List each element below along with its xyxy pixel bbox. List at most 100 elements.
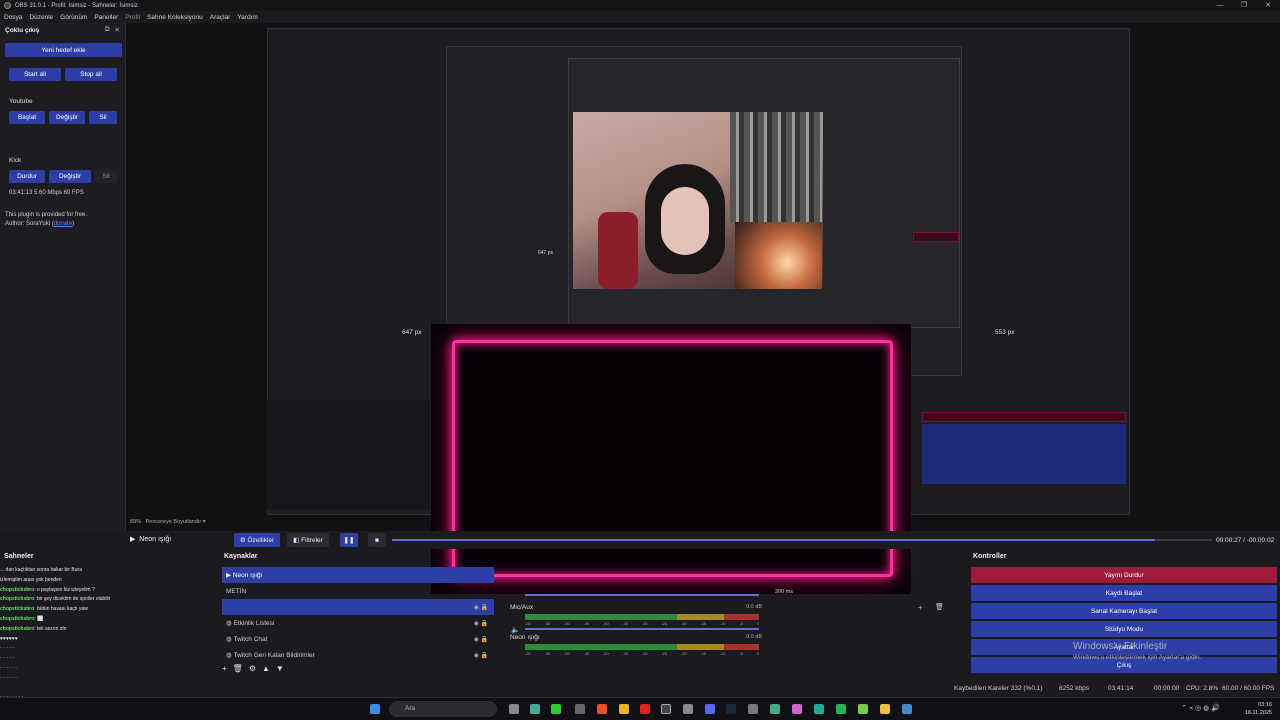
menu-view[interactable]: Görünüm [60, 14, 87, 21]
close-dock-icon[interactable]: ✕ [115, 26, 120, 34]
meter-tick: -40 [602, 651, 609, 656]
pause-button[interactable]: ❚❚ [340, 533, 358, 547]
nested-controls [922, 424, 1126, 484]
volume-slider[interactable] [525, 594, 759, 596]
youtube-delete-button[interactable]: Sil [89, 111, 117, 124]
undock-icon[interactable]: ⧉ [105, 26, 110, 34]
transition-duration[interactable]: 300 ms [775, 589, 793, 595]
start-icon[interactable] [370, 704, 380, 714]
clock[interactable]: 03:16 18.11.2025 [1245, 701, 1272, 717]
volume-slider[interactable] [525, 628, 759, 630]
media-seek-bar[interactable] [392, 539, 1212, 541]
source-row[interactable]: METİN [222, 583, 494, 599]
virtual-camera-button[interactable]: Sanal Kamerayı Başlat [971, 603, 1277, 619]
obs-logo-icon [4, 2, 11, 9]
app-icon[interactable] [748, 704, 758, 714]
speaker-icon[interactable]: 🔈 [511, 626, 520, 634]
add-source-button[interactable]: + [222, 664, 227, 673]
menu-tools[interactable]: Araçlar [210, 14, 231, 21]
fps: 60.00 / 60.00 FPS [1222, 685, 1275, 692]
task-view-icon[interactable] [509, 704, 519, 714]
whatsapp-icon[interactable] [551, 704, 561, 714]
menu-docks[interactable]: Paneller [94, 14, 118, 21]
menu-profile[interactable]: Profil [125, 14, 140, 21]
source-row[interactable]: ◍ Twitch Chat ◉ 🔒 [222, 631, 494, 647]
close-button[interactable]: ✕ [1256, 0, 1280, 11]
stop-media-button[interactable]: ■ [368, 533, 386, 547]
youtube-start-button[interactable]: Başlat [9, 111, 45, 124]
kick-delete-button[interactable]: Sil [95, 170, 117, 183]
steam-icon[interactable] [726, 704, 736, 714]
add-target-button[interactable]: Yeni hedef ekle [5, 43, 122, 57]
meter-tick: -55 [544, 621, 551, 626]
wall-photos [730, 112, 822, 222]
zoom-mode[interactable]: Pencereye Boyutlandır [146, 519, 202, 525]
sources-list: ▶ Neon ışığı METİN ◉ 🔒 ◍ Etkinlik Listes… [222, 567, 494, 679]
play-icon[interactable]: ▶ [130, 536, 135, 543]
app-icon[interactable] [858, 704, 868, 714]
source-name: Twitch Chat [233, 635, 268, 643]
youtube-edit-button[interactable]: Değiştir [49, 111, 85, 124]
app-icon[interactable] [530, 704, 540, 714]
system-tray[interactable]: ⌃ ⌁ ◎ ◍ 🔊 [1181, 704, 1220, 712]
kick-stop-button[interactable]: Durdur [9, 170, 45, 183]
maximize-button[interactable]: ❐ [1232, 0, 1256, 11]
source-name: Etkinlik Listesi [233, 619, 275, 627]
kick-edit-button[interactable]: Değiştir [49, 170, 91, 183]
chat-line: chopsticksbro: tek sezon ztn [0, 625, 216, 635]
source-row[interactable]: ◉ 🔒 [222, 599, 494, 615]
chat-line: · · · · · [0, 654, 216, 664]
app-icon[interactable] [683, 704, 693, 714]
add-transition-button[interactable]: + [918, 603, 923, 612]
visibility-icon[interactable]: ◉ 🔒 [474, 652, 488, 659]
start-all-button[interactable]: Start all [9, 68, 61, 81]
chrome-icon[interactable] [619, 704, 629, 714]
seek-progress [392, 539, 1155, 541]
menu-help[interactable]: Yardım [237, 14, 257, 21]
app-icon[interactable] [575, 704, 585, 714]
visibility-icon[interactable]: ◉ 🔒 [474, 636, 488, 643]
stop-all-button[interactable]: Stop all [65, 68, 117, 81]
start-record-button[interactable]: Kaydı Başlat [971, 585, 1277, 601]
visibility-icon[interactable]: ◉ 🔒 [474, 620, 488, 627]
folder-icon[interactable] [880, 704, 890, 714]
obs-icon[interactable] [661, 704, 671, 714]
move-up-button[interactable]: ▲ [262, 664, 270, 673]
source-row[interactable]: ▶ Neon ışığı [222, 567, 494, 583]
filters-button[interactable]: ◧ Filtreler [287, 533, 329, 547]
source-row[interactable]: ◍ Twitch Geri Kalan Bildirimler ◉ 🔒 [222, 647, 494, 663]
source-settings-button[interactable]: ⚙ [249, 664, 256, 673]
discord-icon[interactable] [705, 704, 715, 714]
minimize-button[interactable]: — [1208, 0, 1232, 11]
menu-edit[interactable]: Düzenle [29, 14, 53, 21]
chat-message: : ⬜ [34, 615, 44, 622]
browser-icon: ◍ [226, 636, 234, 643]
donate-link[interactable]: donate [54, 221, 72, 227]
menu-file[interactable]: Dosya [4, 14, 22, 21]
remove-transition-button[interactable]: 🗑 [935, 603, 944, 611]
remove-source-button[interactable]: 🗑 [233, 664, 243, 673]
stop-stream-button[interactable]: Yayını Durdur [971, 567, 1277, 583]
browser-icon: ◍ [226, 620, 234, 627]
properties-button[interactable]: ⚙ Özellikler [234, 533, 280, 547]
meter-tick: -15 [700, 621, 707, 626]
search-box[interactable]: Ara [389, 701, 497, 717]
app-icon[interactable] [792, 704, 802, 714]
edge-icon[interactable] [814, 704, 824, 714]
visibility-icon[interactable]: ◉ 🔒 [474, 604, 488, 611]
brave-icon[interactable] [597, 704, 607, 714]
app-icon[interactable] [770, 704, 780, 714]
move-down-button[interactable]: ▼ [276, 664, 284, 673]
chat-line: · · · · · · [0, 664, 216, 674]
opera-icon[interactable] [640, 704, 650, 714]
px-label-right: 553 px [995, 329, 1015, 336]
plugin-author-end: ) [72, 221, 75, 227]
meter-tick: -5 [739, 651, 743, 656]
current-source-name: Neon ışığı [139, 536, 172, 543]
source-row[interactable]: ◍ Etkinlik Listesi ◉ 🔒 [222, 615, 494, 631]
menu-scene-collection[interactable]: Sahne Koleksiyonu [147, 14, 203, 21]
spotify-icon[interactable] [836, 704, 846, 714]
studio-mode-button[interactable]: Stüdyo Modu [971, 621, 1277, 637]
app-icon[interactable] [902, 704, 912, 714]
zoom-control[interactable]: 89% Pencereye Boyutlandır ▾ [130, 519, 206, 525]
